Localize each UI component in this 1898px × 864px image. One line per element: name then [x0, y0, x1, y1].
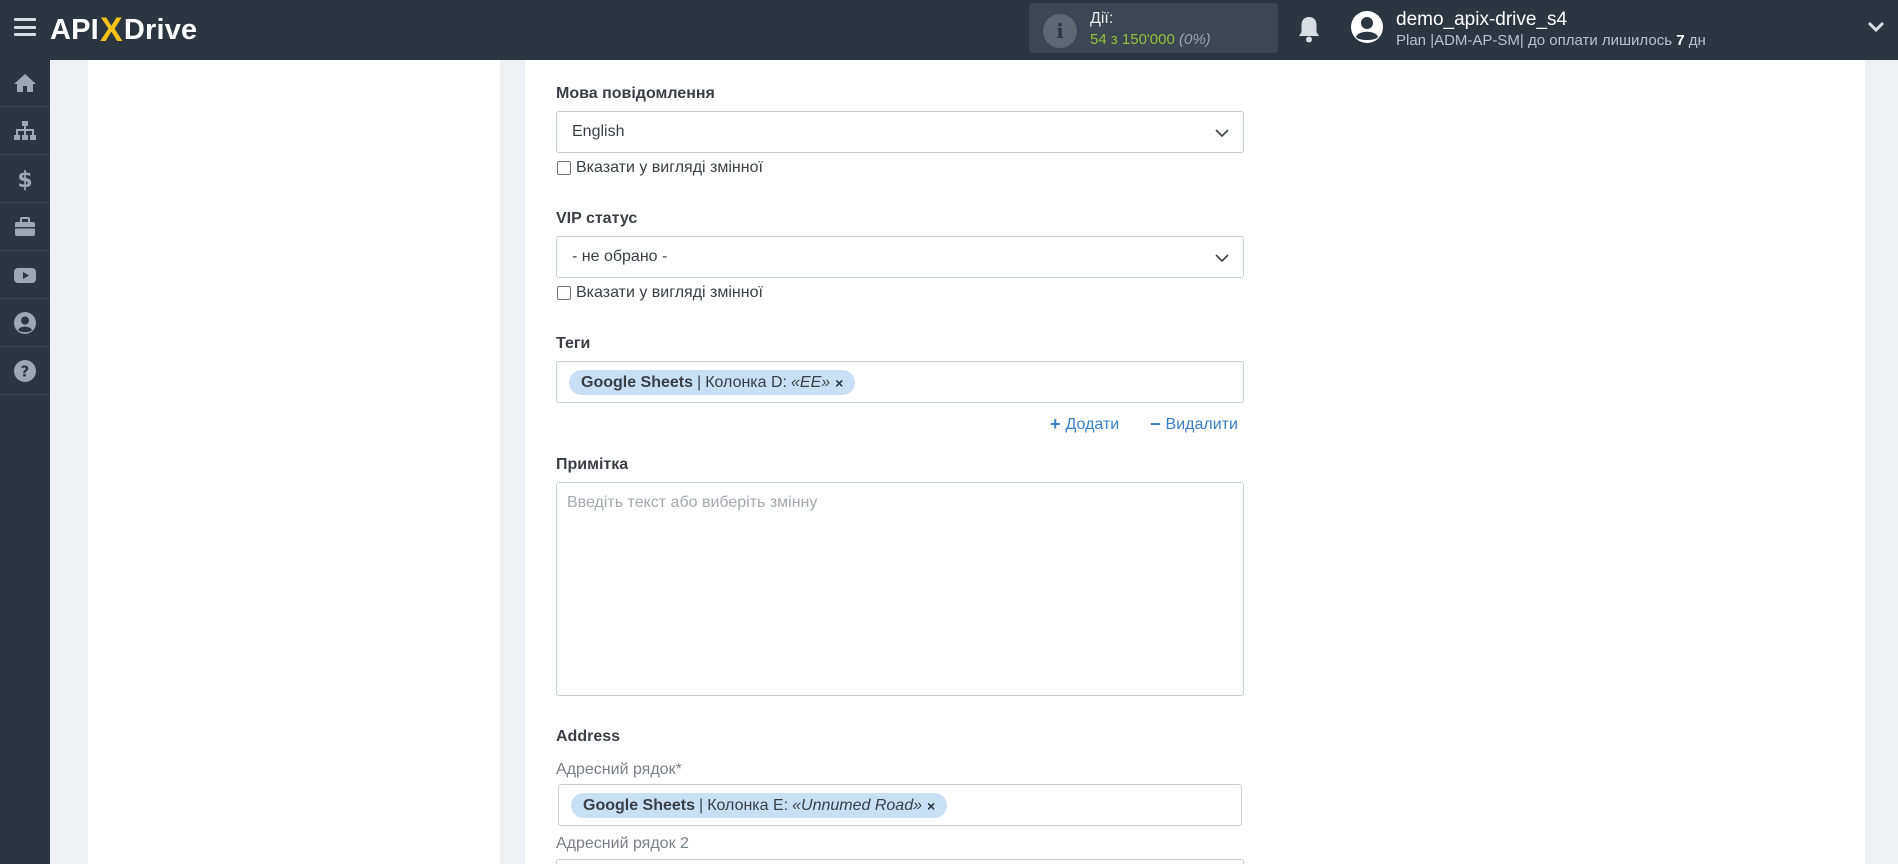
sidebar-item-billing[interactable]: $	[0, 156, 50, 203]
menu-icon[interactable]	[14, 18, 36, 36]
add-button[interactable]: + Додати	[1050, 414, 1119, 435]
vip-status-select[interactable]: - не обрано -	[556, 236, 1244, 278]
address-line2-label: Адресний рядок 2	[556, 835, 689, 852]
note-placeholder: Введіть текст або виберіть змінну	[567, 494, 818, 511]
sidebar-item-home[interactable]	[0, 60, 50, 107]
message-language-select[interactable]: English	[556, 111, 1244, 153]
sidebar-item-connections[interactable]	[0, 108, 50, 155]
sidebar-item-help[interactable]: ?	[0, 348, 50, 395]
remove-tag-icon[interactable]: ×	[835, 375, 843, 391]
checkbox[interactable]	[557, 161, 571, 175]
sidebar: $ ?	[0, 60, 50, 864]
tag-chip: Google Sheets | Колонка D: «EE» ×	[569, 370, 856, 395]
avatar[interactable]	[1350, 10, 1384, 44]
message-language-value: English	[572, 123, 625, 140]
svg-text:$: $	[17, 168, 32, 191]
note-textarea[interactable]: Введіть текст або виберіть змінну	[556, 482, 1244, 696]
app-logo[interactable]: API X Drive	[50, 10, 197, 50]
main-panel	[525, 60, 1865, 864]
actions-label: Дії:	[1090, 10, 1114, 27]
info-icon: i	[1043, 14, 1077, 48]
plan-info: Plan |ADM-AP-SM| до оплати лишилось 7 дн	[1396, 32, 1706, 49]
actions-counter[interactable]: i Дії: 54 з 150'000 (0%)	[1029, 3, 1278, 53]
plus-icon: +	[1050, 414, 1061, 434]
address-line1-input[interactable]: Google Sheets | Колонка E: «Unnumed Road» ×	[558, 784, 1242, 826]
message-language-label: Мова повідомлення	[556, 85, 715, 102]
actions-count: 54 з 150'000 (0%)	[1090, 31, 1211, 48]
remove-tag-icon[interactable]: ×	[927, 798, 935, 814]
question-circle-icon: ?	[14, 360, 36, 382]
vip-status-label: VIP статус	[556, 210, 638, 227]
svg-text:?: ?	[21, 363, 30, 381]
tags-input[interactable]: Google Sheets | Колонка D: «EE» ×	[556, 361, 1244, 403]
home-icon	[14, 74, 36, 92]
chevron-down-icon	[1215, 254, 1229, 263]
sidebar-item-tools[interactable]	[0, 204, 50, 251]
vip-status-value: - не обрано -	[572, 248, 668, 265]
user-name[interactable]: demo_apix-drive_s4	[1396, 9, 1567, 31]
minus-icon: −	[1150, 414, 1161, 434]
sidebar-item-account[interactable]	[0, 300, 50, 347]
vip-status-variable-checkbox[interactable]: Вказати у вигляді змінної	[557, 284, 763, 302]
address-section-label: Address	[556, 728, 621, 745]
left-panel	[88, 60, 500, 864]
sitemap-icon	[14, 121, 36, 140]
top-bar: API X Drive i Дії: 54 з 150'000 (0%) demo_…	[0, 0, 1898, 60]
youtube-icon	[14, 268, 36, 283]
remove-button[interactable]: − Видалити	[1150, 414, 1238, 435]
user-circle-icon	[14, 312, 36, 334]
address-line1-label: Адресний рядок*	[556, 761, 682, 778]
tag-chip: Google Sheets | Колонка E: «Unnumed Road» ×	[571, 793, 948, 818]
address-line2-input[interactable]	[556, 859, 1244, 864]
sidebar-item-videos[interactable]	[0, 252, 50, 299]
message-language-variable-checkbox[interactable]: Вказати у вигляді змінної	[557, 159, 763, 177]
dollar-icon: $	[17, 168, 32, 191]
note-label: Примітка	[556, 456, 629, 473]
chevron-down-icon[interactable]	[1867, 21, 1885, 33]
bell-icon[interactable]	[1296, 14, 1322, 44]
tags-label: Теги	[556, 335, 591, 352]
checkbox[interactable]	[557, 286, 571, 300]
briefcase-icon	[15, 217, 35, 236]
chevron-down-icon	[1215, 129, 1229, 138]
